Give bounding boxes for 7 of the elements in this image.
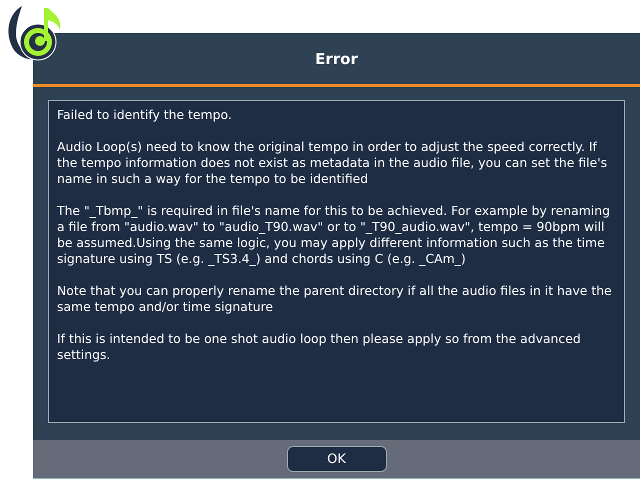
message-paragraph: The "_Tbmp_" is required in file's name for this to be achieved. For example by renaming a file from "audio.wav" to "audio_T90.wav" or to "_T90_audio.wav", tempo = 90bpm will be assumed.Using the same logic, you may apply different information such as the time signature using TS (e.g. _TS3.4_) and chords using C (e.g. _CAm_) [57,203,611,267]
message-paragraph: Failed to identify the tempo. [57,107,233,123]
message-paragraph: Note that you can properly rename the parent directory if all the audio files in it have the same tempo and/or time signature [57,283,613,315]
message-paragraph: If this is intended to be one shot audio loop then please apply so from the advanced settings. [57,331,582,363]
dialog-title: Error [315,50,358,68]
message-paragraph: Audio Loop(s) need to know the original tempo in order to adjust the speed correctly. If the tempo information does not exist as metadata in the audio file, you can set the file's name in such a way for the tempo to be identified [57,139,608,187]
ok-button[interactable]: OK [286,446,386,472]
